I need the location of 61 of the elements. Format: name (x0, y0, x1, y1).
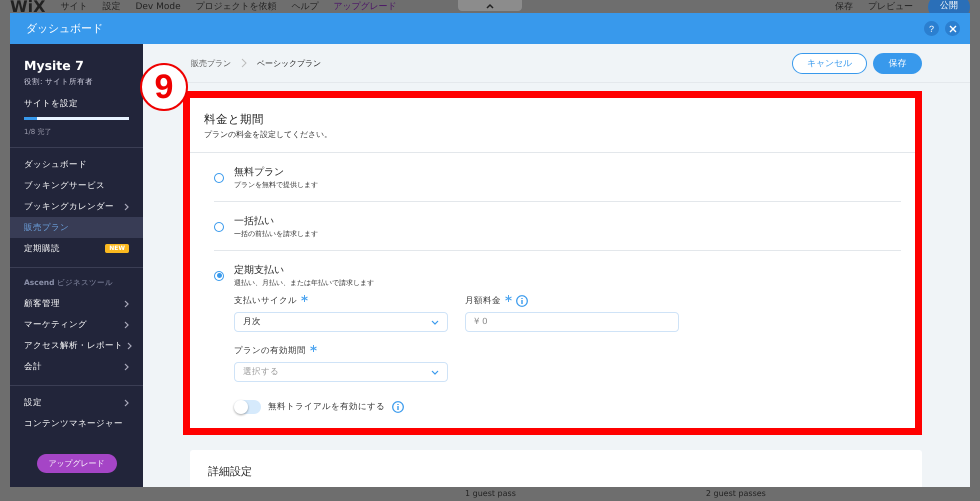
cycle-dropdown[interactable]: 月次 (234, 312, 448, 332)
sidebar-item[interactable]: 販売プラン (10, 217, 143, 238)
close-icon (948, 24, 956, 32)
option-title: 定期支払い (234, 264, 285, 277)
sidebar-item[interactable]: マーケティング (10, 314, 143, 335)
menu-item[interactable]: ヘルプ (292, 0, 319, 13)
chevron-up-icon (486, 2, 494, 8)
option-title: 無料プラン (234, 166, 285, 179)
annotation-number: 9 (140, 63, 188, 111)
collapse-tab[interactable] (458, 0, 522, 11)
logo: WiX (10, 0, 46, 13)
site-name: Mysite 7 (23, 58, 85, 73)
breadcrumb-current: ベーシックプラン (257, 58, 321, 68)
info-icon[interactable] (392, 401, 404, 413)
field-label: 月額料金 (465, 295, 501, 307)
required-icon (310, 345, 317, 352)
duration-dropdown[interactable]: 選択する (234, 362, 448, 382)
upgrade-link[interactable]: アップグレード (334, 0, 397, 13)
setup-label[interactable]: サイトを設定 (24, 98, 78, 110)
radio-button[interactable] (214, 222, 224, 232)
radio-button[interactable] (214, 172, 224, 182)
required-icon (301, 295, 308, 302)
menu-item[interactable]: プロジェクトを依頼 (196, 0, 277, 13)
cancel-button[interactable]: キャンセル (792, 52, 867, 74)
sidebar-item[interactable]: コンテンツマネージャー (10, 413, 143, 434)
dialog-title: ダッシュボード (26, 21, 103, 36)
field-label: プランの有効期間 (234, 345, 306, 357)
radio-button[interactable] (214, 270, 224, 280)
price-input[interactable]: ¥ 0 (465, 312, 679, 332)
card-subtitle: プランの料金を設定してください。 (204, 129, 333, 140)
sidebar-item[interactable]: アクセス解析・レポート (10, 335, 143, 356)
sidebar-item[interactable]: ダッシュボード (10, 154, 143, 175)
menu-item[interactable]: 設定 (102, 0, 120, 13)
column-header: 2 guest passes (706, 489, 766, 499)
sidebar-item[interactable]: 顧客管理 (10, 293, 143, 314)
chevron-down-icon (431, 370, 439, 374)
help-button[interactable]: ? (924, 21, 939, 36)
save-button[interactable]: 保存 (873, 52, 922, 74)
menu-item[interactable]: 保存 (835, 0, 853, 13)
menu-item[interactable]: サイト (60, 0, 88, 13)
sidebar-item[interactable]: ブッキングサービス (10, 175, 143, 196)
sidebar-item[interactable]: 設定 (10, 392, 143, 413)
chevron-down-icon (431, 320, 439, 324)
card-title: 料金と期間 (204, 112, 265, 127)
column-header: 1 guest pass (465, 489, 516, 499)
field-label: 支払いサイクル (234, 295, 297, 307)
menu-item[interactable]: Dev Mode (135, 0, 181, 13)
toggle-switch[interactable] (234, 400, 261, 414)
chevron-right-icon (241, 58, 247, 68)
toggle-label: 無料トライアルを有効にする (268, 401, 385, 413)
sidebar-item[interactable]: ブッキングカレンダー (10, 196, 143, 217)
card-title: 詳細設定 (208, 464, 253, 479)
menu-item[interactable]: プレビュー (868, 0, 913, 13)
breadcrumb-link[interactable]: 販売プラン (191, 58, 231, 68)
publish-button[interactable]: 公開 (928, 0, 970, 13)
sidebar-item[interactable]: 会計 (10, 356, 143, 377)
required-icon (505, 295, 512, 302)
info-icon[interactable] (516, 295, 528, 307)
upgrade-button[interactable]: アップグレード (36, 454, 116, 473)
option-title: 一括払い (234, 214, 275, 228)
close-button[interactable] (945, 21, 960, 36)
